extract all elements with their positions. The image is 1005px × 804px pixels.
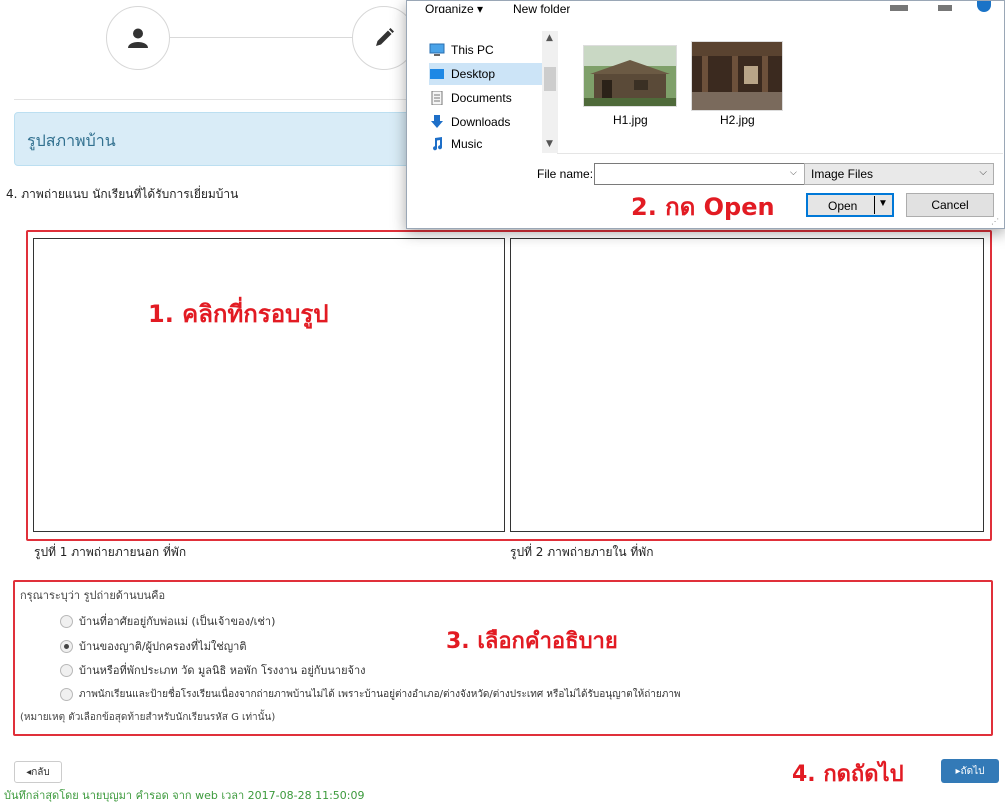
file-thumbnail-h2[interactable] bbox=[691, 41, 783, 111]
resize-grip-icon[interactable]: ⋰ bbox=[991, 217, 999, 226]
annotation-step3: 3. เลือกคำอธิบาย bbox=[446, 629, 618, 654]
photo2-frame[interactable] bbox=[510, 238, 984, 532]
radio-option-3[interactable] bbox=[60, 663, 73, 677]
file-name-input[interactable] bbox=[594, 163, 806, 185]
content-divider bbox=[557, 153, 1003, 154]
house-interior-image bbox=[692, 42, 782, 110]
option-row-3[interactable]: บ้านหรือที่พักประเภท วัด มูลนิธิ หอพัก โ… bbox=[60, 661, 366, 679]
scroll-thumb[interactable] bbox=[544, 67, 556, 91]
last-saved-note: บันทึกล่าสุดโดย นายบุญมา คำรอด จาก web เ… bbox=[4, 789, 365, 802]
file-name-label: File name: bbox=[537, 167, 594, 181]
radio-option-2[interactable] bbox=[60, 639, 73, 653]
next-button[interactable]: ▸ถัดไป bbox=[941, 759, 999, 783]
nav-item-music[interactable]: Music bbox=[429, 133, 553, 155]
documents-icon bbox=[431, 91, 443, 105]
cancel-button[interactable]: Cancel bbox=[906, 193, 994, 217]
annotation-step2: 2. กด Open bbox=[631, 193, 775, 221]
file-thumbnail-h1[interactable] bbox=[583, 45, 677, 107]
scroll-up-icon[interactable]: ▲ bbox=[546, 33, 553, 43]
file-name-h2[interactable]: H2.jpg bbox=[720, 113, 755, 127]
help-icon[interactable] bbox=[977, 1, 991, 12]
section-title: รูปสภาพบ้าน bbox=[27, 131, 116, 150]
nav-scrollbar[interactable]: ▲ ▼ bbox=[542, 31, 558, 153]
view-options-icon[interactable] bbox=[890, 5, 908, 11]
annotation-step4: 4. กดถัดไป bbox=[792, 762, 904, 787]
radio-prompt: กรุณาระบุว่า รูปถ่ายด้านบนคือ bbox=[20, 589, 166, 602]
option-label-4: ภาพนักเรียนและป้ายชื่อโรงเรียนเนื่องจากถ… bbox=[79, 689, 681, 700]
file-name-dropdown-icon[interactable]: ⌵ bbox=[790, 168, 797, 178]
open-button-label: Open bbox=[828, 199, 858, 213]
file-name-h1[interactable]: H1.jpg bbox=[613, 113, 648, 127]
open-button[interactable]: Open ▼ bbox=[806, 193, 894, 217]
organize-menu[interactable]: Organize ▾ bbox=[425, 3, 483, 13]
radio-option-1[interactable] bbox=[60, 614, 73, 628]
user-icon bbox=[128, 28, 148, 48]
radio-option-4[interactable] bbox=[60, 688, 73, 701]
step-profile-circle[interactable] bbox=[106, 6, 170, 70]
desktop-folder-icon bbox=[430, 69, 444, 79]
question-label: 4. ภาพถ่ายแนบ นักเรียนที่ได้รับการเยี่ยม… bbox=[6, 187, 239, 201]
nav-item-downloads[interactable]: Downloads bbox=[429, 111, 553, 133]
downloads-icon bbox=[431, 115, 443, 128]
option-label-3: บ้านหรือที่พักประเภท วัด มูลนิธิ หอพัก โ… bbox=[79, 664, 366, 677]
nav-item-this-pc[interactable]: This PC bbox=[429, 39, 553, 61]
photo1-frame[interactable] bbox=[33, 238, 505, 532]
file-type-select[interactable]: Image Files ⌵ bbox=[804, 163, 994, 185]
pencil-icon bbox=[376, 28, 394, 46]
new-folder-button[interactable]: New folder bbox=[513, 3, 570, 13]
computer-icon bbox=[429, 43, 445, 56]
house-exterior-image bbox=[584, 46, 676, 106]
preview-pane-icon[interactable] bbox=[938, 5, 952, 11]
option-row-1[interactable]: บ้านที่อาศัยอยู่กับพ่อแม่ (เป็นเจ้าของ/เ… bbox=[60, 612, 275, 630]
option-note: (หมายเหตุ ตัวเลือกข้อสุดท้ายสำหรับนักเรี… bbox=[20, 712, 276, 723]
music-icon bbox=[433, 137, 443, 151]
open-split-arrow-icon[interactable] bbox=[874, 196, 875, 214]
photo2-caption: รูปที่ 2 ภาพถ่ายภายใน ที่พัก bbox=[510, 545, 654, 559]
file-open-dialog: Organize ▾ New folder This PC Desktop Do… bbox=[406, 0, 1005, 229]
back-button[interactable]: ◂กลับ bbox=[14, 761, 62, 783]
nav-item-desktop[interactable]: Desktop bbox=[429, 63, 553, 85]
nav-item-documents[interactable]: Documents bbox=[429, 87, 553, 109]
photo1-caption: รูปที่ 1 ภาพถ่ายภายนอก ที่พัก bbox=[34, 545, 187, 559]
chevron-down-icon: ⌵ bbox=[979, 167, 987, 178]
dialog-toolbar: Organize ▾ New folder bbox=[407, 1, 1004, 21]
annotation-step1: 1. คลิกที่กรอบรูป bbox=[148, 300, 329, 328]
scroll-down-icon[interactable]: ▼ bbox=[546, 139, 553, 149]
stepper-line bbox=[169, 37, 353, 38]
option-row-2[interactable]: บ้านของญาติ/ผู้ปกครองที่ไม่ใช่ญาติ bbox=[60, 637, 246, 655]
option-row-4[interactable]: ภาพนักเรียนและป้ายชื่อโรงเรียนเนื่องจากถ… bbox=[60, 687, 681, 702]
caret-down-icon[interactable]: ▼ bbox=[878, 198, 888, 209]
option-label-1: บ้านที่อาศัยอยู่กับพ่อแม่ (เป็นเจ้าของ/เ… bbox=[79, 615, 276, 628]
option-label-2: บ้านของญาติ/ผู้ปกครองที่ไม่ใช่ญาติ bbox=[79, 640, 247, 653]
